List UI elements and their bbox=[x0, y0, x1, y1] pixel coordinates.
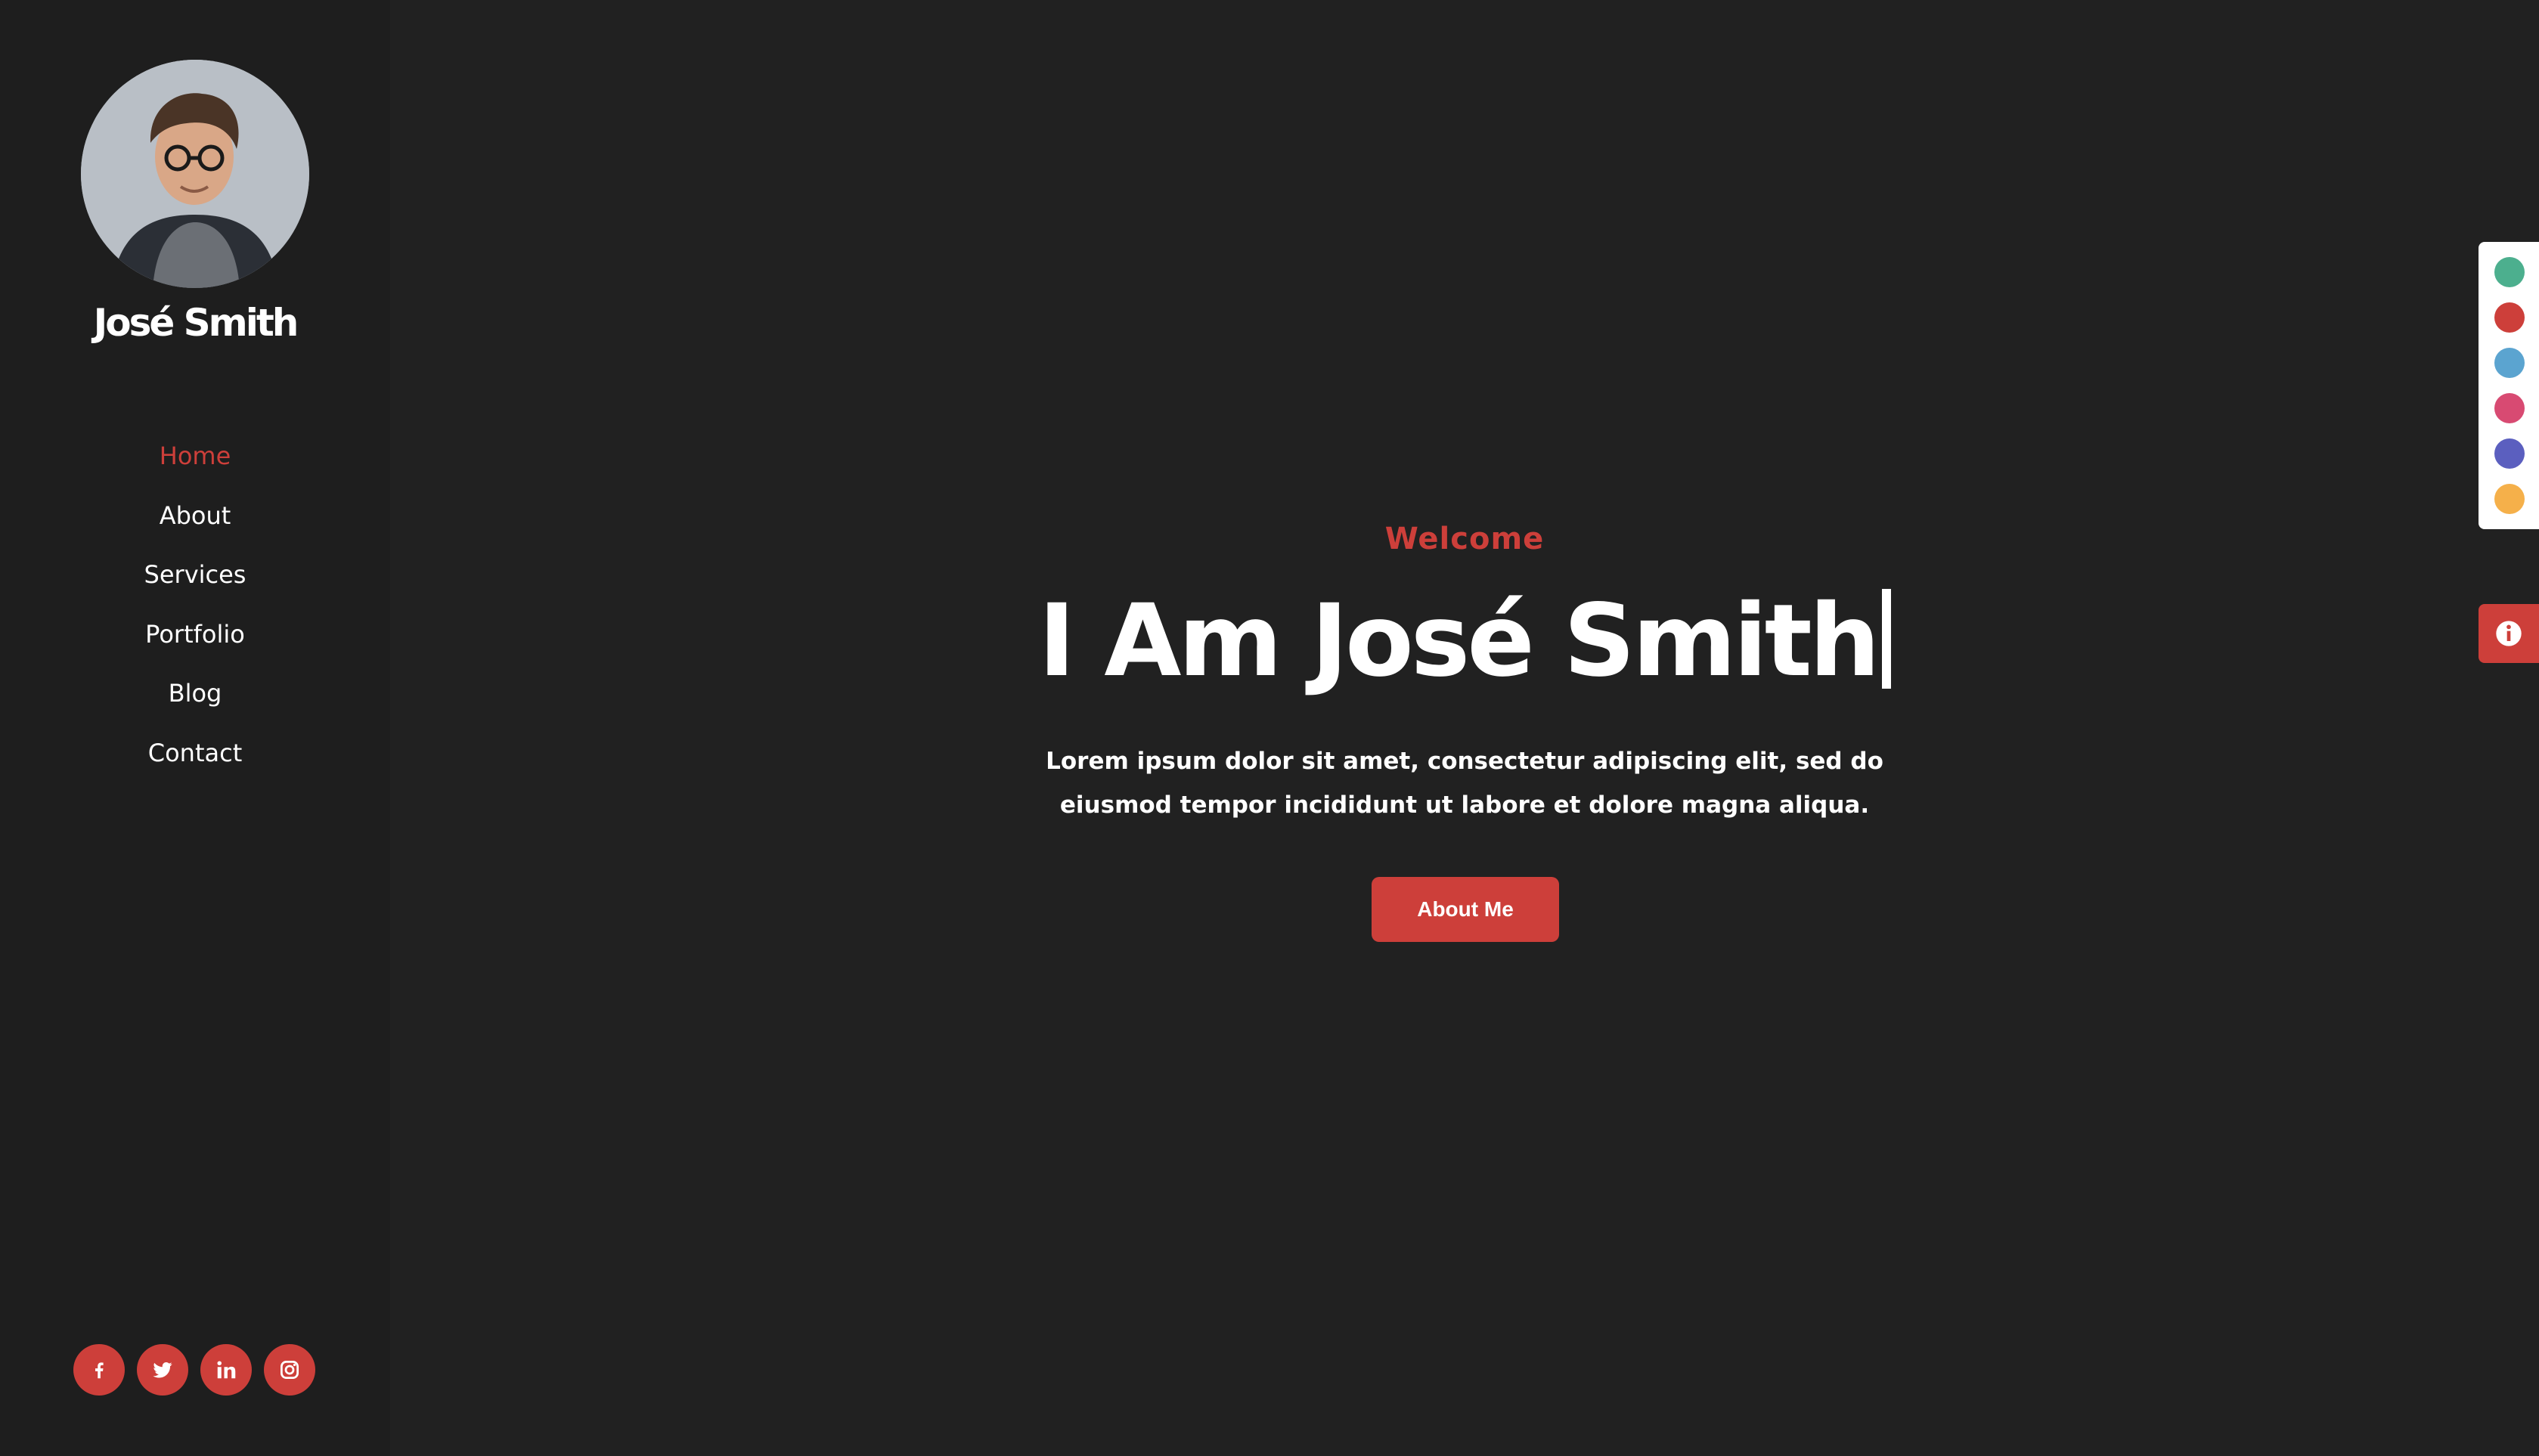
hero-lead: Lorem ipsum dolor sit amet, consectetur … bbox=[1046, 748, 1883, 819]
linkedin-button[interactable] bbox=[200, 1344, 252, 1396]
portrait-photo-icon bbox=[81, 60, 309, 288]
facebook-button[interactable] bbox=[73, 1344, 125, 1396]
linkedin-icon bbox=[217, 1361, 236, 1379]
typing-cursor bbox=[1881, 589, 1891, 689]
main-nav: Home About Services Portfolio Blog Conta… bbox=[0, 434, 390, 790]
headline-text: I Am José Smith bbox=[1038, 583, 1880, 699]
color-switcher bbox=[2479, 242, 2539, 529]
sidebar: José Smith Home About Services Portfolio… bbox=[0, 0, 390, 1456]
facebook-icon bbox=[95, 1362, 104, 1379]
instagram-icon bbox=[281, 1361, 299, 1379]
color-swatch-orange[interactable] bbox=[2494, 484, 2525, 514]
about-me-button[interactable]: About Me bbox=[1372, 877, 1559, 942]
color-swatch-blue[interactable] bbox=[2494, 348, 2525, 378]
nav-item-portfolio[interactable]: Portfolio bbox=[0, 612, 390, 672]
nav-item-about[interactable]: About bbox=[0, 494, 390, 553]
color-swatch-pink[interactable] bbox=[2494, 393, 2525, 423]
welcome-label: Welcome bbox=[1384, 522, 1545, 556]
instagram-button[interactable] bbox=[264, 1344, 315, 1396]
twitter-button[interactable] bbox=[137, 1344, 188, 1396]
nav-item-services[interactable]: Services bbox=[0, 553, 390, 612]
info-icon bbox=[2496, 621, 2522, 646]
color-swatch-red[interactable] bbox=[2494, 302, 2525, 333]
twitter-icon bbox=[153, 1362, 172, 1378]
hero-section: Welcome I Am José Smith Lorem ipsum dolo… bbox=[390, 0, 2539, 1456]
nav-item-home[interactable]: Home bbox=[0, 434, 390, 494]
color-swatch-indigo[interactable] bbox=[2494, 438, 2525, 469]
nav-item-blog[interactable]: Blog bbox=[0, 671, 390, 731]
info-button[interactable] bbox=[2479, 604, 2539, 663]
social-links bbox=[73, 1344, 315, 1396]
nav-item-contact[interactable]: Contact bbox=[0, 731, 390, 791]
color-swatch-green[interactable] bbox=[2494, 257, 2525, 287]
hero-headline: I Am José Smith bbox=[390, 581, 2539, 702]
avatar bbox=[81, 60, 309, 288]
profile-name: José Smith bbox=[93, 301, 299, 345]
